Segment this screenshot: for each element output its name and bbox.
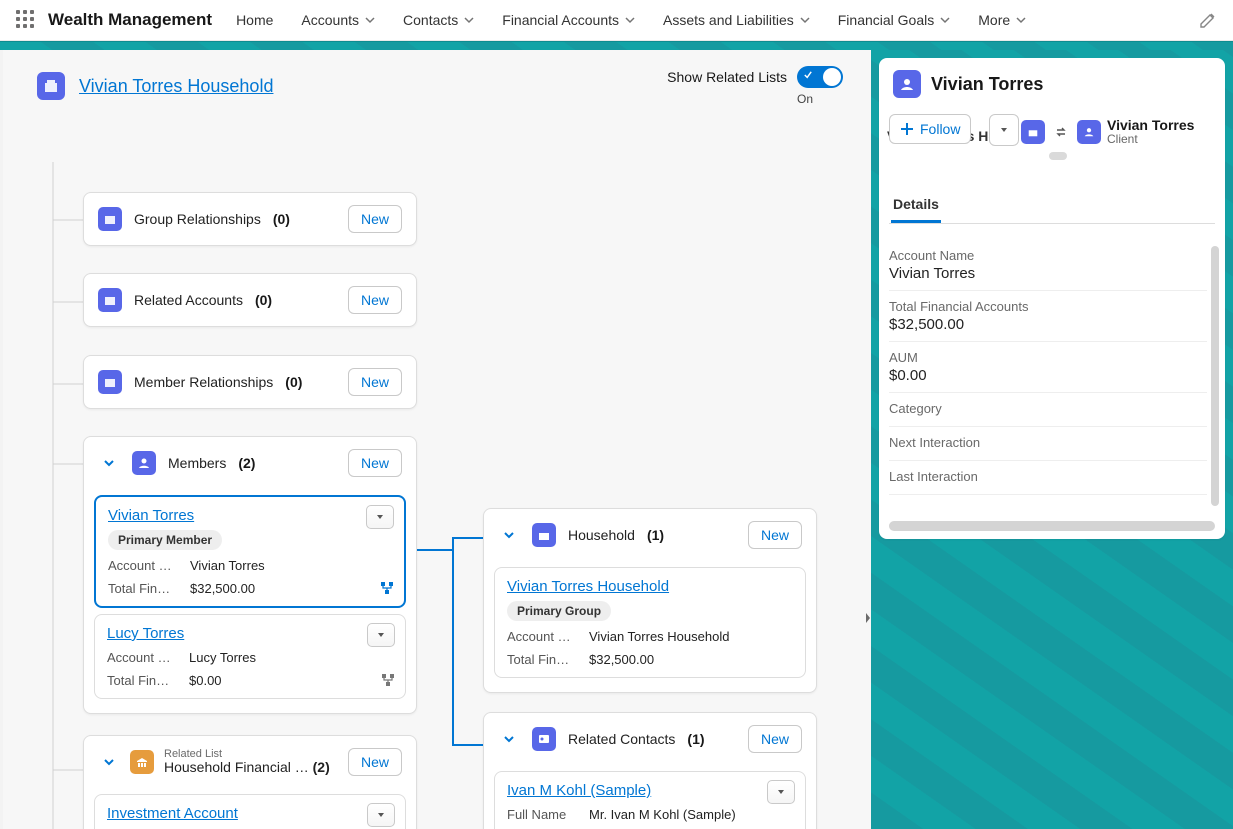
contact-menu-button[interactable] bbox=[767, 780, 795, 804]
detail-field-list: Account NameVivian Torres Total Financia… bbox=[889, 240, 1215, 495]
scrollbar-horizontal[interactable] bbox=[889, 521, 1215, 531]
new-financial-account-button[interactable]: New bbox=[348, 748, 402, 776]
card-related-contacts: Related Contacts (1) New Ivan M Kohl (Sa… bbox=[483, 712, 817, 829]
app-launcher-icon[interactable] bbox=[16, 10, 36, 30]
detail-title: Vivian Torres bbox=[931, 74, 1043, 95]
nav-assets-liabilities[interactable]: Assets and Liabilities bbox=[661, 8, 812, 32]
member-menu-button[interactable] bbox=[367, 623, 395, 647]
nav-contacts[interactable]: Contacts bbox=[401, 8, 476, 32]
nav-more[interactable]: More bbox=[976, 8, 1028, 32]
new-member-button[interactable]: New bbox=[348, 449, 402, 477]
new-household-button[interactable]: New bbox=[748, 521, 802, 549]
financial-account-card[interactable]: Investment Account Financial …Investment… bbox=[94, 794, 406, 829]
toggle-label: Show Related Lists bbox=[667, 69, 787, 85]
household-icon bbox=[37, 72, 65, 100]
new-related-account-button[interactable]: New bbox=[348, 286, 402, 314]
member-name-link[interactable]: Vivian Torres bbox=[108, 507, 194, 524]
contact-icon bbox=[532, 727, 556, 751]
fa-menu-button[interactable] bbox=[367, 803, 395, 827]
chevron-down-icon bbox=[940, 15, 950, 25]
toggle-state-text: On bbox=[797, 92, 813, 106]
contact-name-link[interactable]: Ivan M Kohl (Sample) bbox=[507, 782, 651, 799]
relationship-map-icon[interactable] bbox=[381, 673, 395, 690]
financial-account-link[interactable]: Investment Account bbox=[107, 805, 238, 822]
member-rel-icon bbox=[98, 370, 122, 394]
nav-accounts[interactable]: Accounts bbox=[299, 8, 377, 32]
scrollbar-vertical[interactable] bbox=[1211, 246, 1219, 506]
show-related-lists-toggle[interactable] bbox=[797, 66, 843, 88]
primary-group-badge: Primary Group bbox=[507, 601, 611, 621]
relationship-canvas: Vivian Torres Household Show Related Lis… bbox=[3, 50, 871, 829]
tab-details[interactable]: Details bbox=[891, 188, 941, 223]
card-household: Household (1) New Vivian Torres Househol… bbox=[483, 508, 817, 693]
card-related-accounts: Related Accounts (0) New bbox=[83, 273, 417, 327]
member-card[interactable]: Lucy Torres Account …Lucy Torres Total F… bbox=[94, 614, 406, 699]
primary-member-badge: Primary Member bbox=[108, 530, 222, 550]
chevron-down-icon bbox=[464, 15, 474, 25]
follow-button[interactable]: Follow bbox=[889, 114, 971, 144]
member-card[interactable]: Vivian Torres Primary Member Account …Vi… bbox=[94, 495, 406, 608]
chevron-down-icon bbox=[625, 15, 635, 25]
follow-menu-button[interactable] bbox=[989, 114, 1019, 146]
collapse-household-button[interactable] bbox=[498, 524, 520, 546]
card-members: Members (2) New Vivian Torres Primary Me… bbox=[83, 436, 417, 714]
member-menu-button[interactable] bbox=[366, 505, 394, 529]
chevron-down-icon bbox=[800, 15, 810, 25]
detail-panel: Vivian Torres Vivian Torres Ho… Follow V… bbox=[871, 50, 1233, 829]
detail-entity-role: Client bbox=[1107, 133, 1194, 146]
app-brand: Wealth Management bbox=[48, 10, 212, 30]
swap-icon bbox=[1051, 122, 1071, 142]
card-group-relationships: Group Relationships (0) New bbox=[83, 192, 417, 246]
collapse-panel-icon[interactable] bbox=[863, 608, 873, 628]
household-link[interactable]: Vivian Torres Household bbox=[507, 578, 669, 595]
card-household-financial-accounts: Related List Household Financial … (2) N… bbox=[83, 735, 417, 829]
detail-entity-name: Vivian Torres bbox=[1107, 118, 1194, 133]
group-icon bbox=[98, 207, 122, 231]
members-icon bbox=[132, 451, 156, 475]
new-related-contact-button[interactable]: New bbox=[748, 725, 802, 753]
household-icon bbox=[532, 523, 556, 547]
new-group-relationship-button[interactable]: New bbox=[348, 205, 402, 233]
household-icon bbox=[1021, 120, 1045, 144]
related-contact-card[interactable]: Ivan M Kohl (Sample) Full NameMr. Ivan M… bbox=[494, 771, 806, 829]
page-title[interactable]: Vivian Torres Household bbox=[79, 76, 273, 97]
nav-financial-accounts[interactable]: Financial Accounts bbox=[500, 8, 637, 32]
person-icon bbox=[1077, 120, 1101, 144]
global-nav: Wealth Management Home Accounts Contacts… bbox=[0, 0, 1233, 41]
chevron-down-icon bbox=[1016, 15, 1026, 25]
handle-indicator bbox=[1049, 152, 1067, 160]
chevron-down-icon bbox=[365, 15, 375, 25]
collapse-related-contacts-button[interactable] bbox=[498, 728, 520, 750]
household-card[interactable]: Vivian Torres Household Primary Group Ac… bbox=[494, 567, 806, 678]
nav-financial-goals[interactable]: Financial Goals bbox=[836, 8, 953, 32]
card-member-relationships: Member Relationships (0) New bbox=[83, 355, 417, 409]
nav-home[interactable]: Home bbox=[234, 8, 275, 32]
collapse-hfa-button[interactable] bbox=[98, 751, 120, 773]
relationship-map-icon[interactable] bbox=[380, 581, 394, 598]
bank-icon bbox=[130, 750, 154, 774]
account-icon bbox=[893, 70, 921, 98]
member-name-link[interactable]: Lucy Torres bbox=[107, 625, 184, 642]
account-icon bbox=[98, 288, 122, 312]
new-member-relationship-button[interactable]: New bbox=[348, 368, 402, 396]
pencil-icon[interactable] bbox=[1199, 11, 1217, 29]
collapse-members-button[interactable] bbox=[98, 452, 120, 474]
